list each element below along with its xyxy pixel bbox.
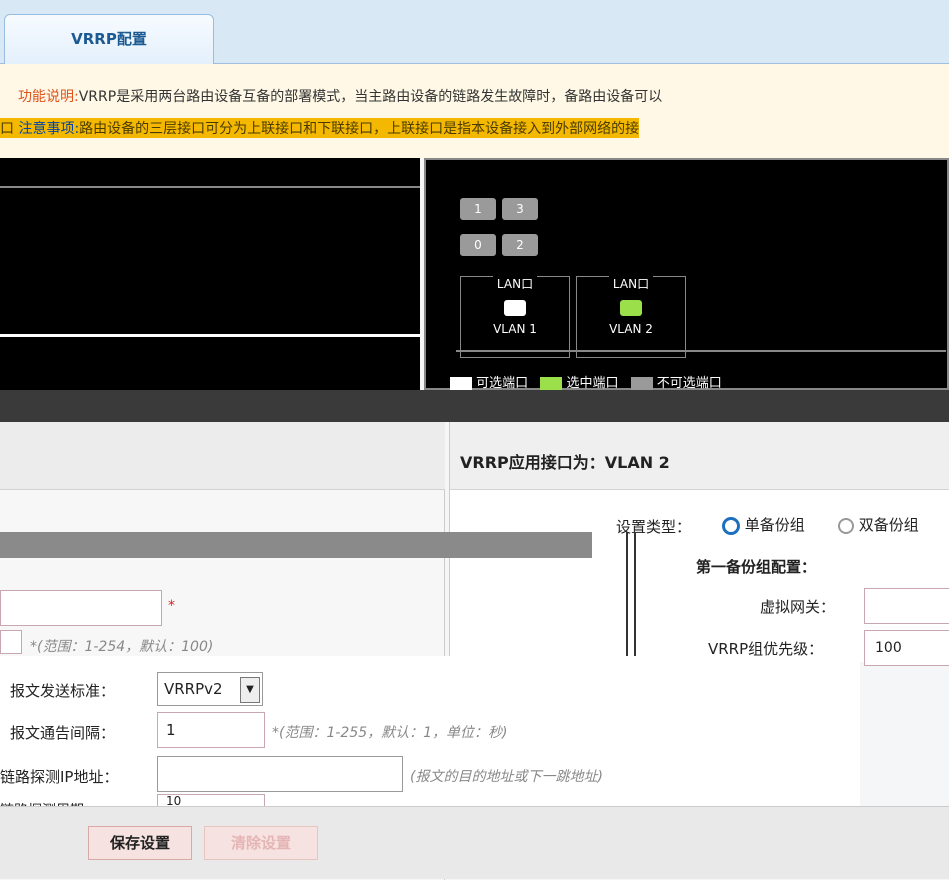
function-note-key: 功能说明: <box>18 89 79 105</box>
notice-band <box>0 64 949 158</box>
port-0[interactable]: 0 <box>460 234 496 256</box>
port-legend: 可选端口 选中端口 不可选端口 <box>450 372 722 391</box>
interval-hint: *(范围：1-255，默认：1，单位：秒) <box>272 725 508 741</box>
overlay-bar <box>0 532 592 558</box>
save-button[interactable]: 保存设置 <box>88 826 192 860</box>
function-note: 功能说明:VRRP是采用两台路由设备互备的部署模式，当主路由设备的链路发生故障时… <box>18 86 662 106</box>
virtual-gateway-input[interactable] <box>864 588 949 624</box>
separator-bar <box>0 390 949 422</box>
virtual-gateway-label: 虚拟网关： <box>760 598 836 616</box>
interval-input[interactable]: 1 <box>157 712 265 748</box>
legend-selected: 选中端口 <box>566 376 619 391</box>
lan-group-vlan1[interactable]: LAN口 VLAN 1 <box>460 275 570 358</box>
lan-title: LAN口 <box>608 275 654 292</box>
port-selected-icon <box>620 300 642 316</box>
legend-selected-icon <box>540 376 563 391</box>
probe-input[interactable] <box>157 756 403 792</box>
legend-unavailable: 不可选端口 <box>656 376 722 391</box>
port-panel-left <box>0 158 420 390</box>
left-field-input[interactable] <box>0 590 162 626</box>
chevron-down-icon[interactable]: ▼ <box>240 677 260 703</box>
legend-available: 可选端口 <box>476 376 529 391</box>
std-select-value: VRRPv2 <box>164 680 223 698</box>
priority-hint: *(范围：1-254，默认：100) <box>30 639 214 655</box>
warning-prefix: 口 <box>0 121 14 137</box>
function-note-text: VRRP是采用两台路由设备互备的部署模式，当主路由设备的链路发生故障时，备路由设… <box>78 89 663 105</box>
divider <box>0 334 420 337</box>
radio-single[interactable]: 单备份组 <box>722 514 805 535</box>
std-label: 报文发送标准： <box>10 682 116 700</box>
priority-input[interactable]: 100 <box>864 630 949 666</box>
clear-button[interactable]: 清除设置 <box>204 826 318 860</box>
right-panel-title: VRRP应用接口为：VLAN 2 <box>450 422 949 490</box>
lan-title: LAN口 <box>492 275 538 292</box>
radio-double[interactable]: 双备份组 <box>838 514 919 535</box>
warning-note-key: 注意事项: <box>18 121 80 137</box>
lan-group-vlan2[interactable]: LAN口 VLAN 2 <box>576 275 686 358</box>
legend-unavailable-icon <box>630 376 653 391</box>
tab-vrrp-config[interactable]: VRRP配置 <box>4 14 214 64</box>
interval-label: 报文通告间隔： <box>10 724 116 742</box>
port-2[interactable]: 2 <box>502 234 538 256</box>
warning-note-text: 路由设备的三层接口可分为上联接口和下联接口，上联接口是指本设备接入到外部网络的接 <box>79 121 640 137</box>
port-panel-right: 1 3 0 2 LAN口 VLAN 1 LAN口 VLAN 2 <box>424 158 949 390</box>
radio-single-label: 单备份组 <box>744 516 805 534</box>
legend-available-icon <box>450 376 472 391</box>
left-panel-header <box>0 422 445 490</box>
scroll-artifact <box>626 532 636 662</box>
left-priority-input[interactable] <box>0 630 22 654</box>
port-1[interactable]: 1 <box>460 198 496 220</box>
required-mark: * <box>168 598 175 614</box>
probe-label: 链路探测IP地址： <box>0 768 119 786</box>
warning-note: 口 注意事项:路由设备的三层接口可分为上联接口和下联接口，上联接口是指本设备接入… <box>0 118 640 138</box>
port-available-icon <box>504 300 526 316</box>
radio-unchecked-icon[interactable] <box>838 517 854 534</box>
radio-checked-icon[interactable] <box>722 516 740 535</box>
vlan-label: VLAN 2 <box>609 322 653 336</box>
probe-hint: (报文的目的地址或下一跳地址) <box>410 769 603 785</box>
divider <box>456 350 946 352</box>
group-title: 第一备份组配置： <box>696 558 817 576</box>
vlan-label: VLAN 1 <box>493 322 537 336</box>
port-3[interactable]: 3 <box>502 198 538 220</box>
radio-double-label: 双备份组 <box>858 516 919 534</box>
std-select[interactable]: VRRPv2 ▼ <box>157 672 263 706</box>
divider <box>0 186 420 188</box>
